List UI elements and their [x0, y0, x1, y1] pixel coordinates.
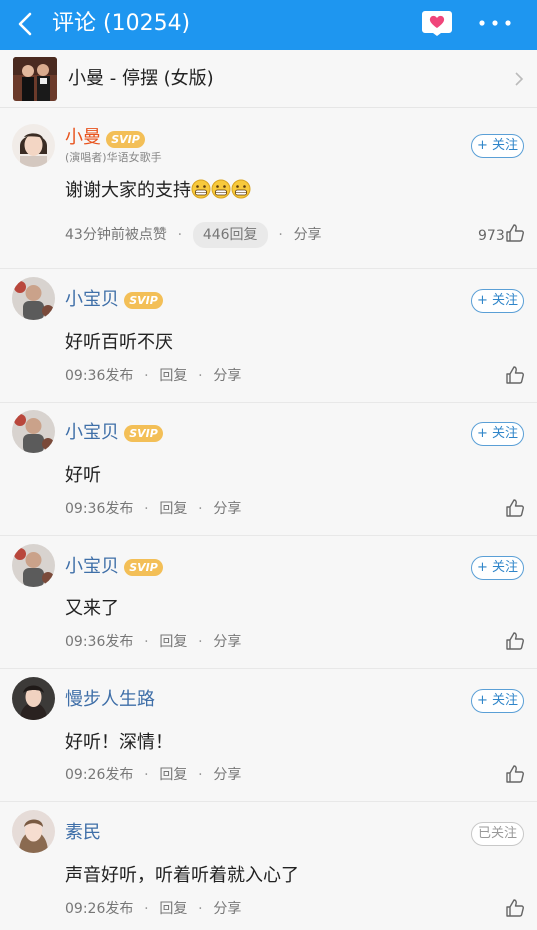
- comment-item: 小宝贝 SVIP + 关注 好听 09:36发布 · 回复 · 分享: [0, 403, 537, 536]
- separator-dot: ·: [144, 901, 149, 917]
- share-button[interactable]: 分享: [294, 227, 322, 243]
- share-button[interactable]: 分享: [213, 901, 241, 917]
- thumbs-up-icon[interactable]: [505, 365, 525, 385]
- reply-button[interactable]: 回复: [159, 501, 187, 517]
- back-arrow-icon[interactable]: [14, 9, 38, 39]
- more-dots-icon[interactable]: [476, 10, 514, 36]
- comment-text: 声音好听，听着听着就入心了: [65, 865, 299, 886]
- album-cover-icon: [13, 57, 57, 101]
- comment-meta: 09:36发布 · 回复 · 分享: [65, 366, 241, 386]
- comment-username[interactable]: 慢步人生路: [65, 688, 155, 712]
- follow-button[interactable]: + 关注: [471, 289, 524, 313]
- follow-button[interactable]: + 关注: [471, 134, 524, 158]
- avatar[interactable]: [12, 544, 55, 587]
- svip-badge: SVIP: [124, 559, 163, 576]
- separator-dot: ·: [198, 767, 203, 783]
- share-button[interactable]: 分享: [213, 767, 241, 783]
- avatar[interactable]: [12, 410, 55, 453]
- comment-text: 谢谢大家的支持: [65, 178, 251, 204]
- comment-text: 好听！深情！: [65, 732, 173, 753]
- heart-icon[interactable]: [421, 9, 453, 37]
- reply-button[interactable]: 回复: [159, 767, 187, 783]
- svip-badge: SVIP: [124, 292, 163, 309]
- comment-item: 素民 已关注 声音好听，听着听着就入心了 09:26发布 · 回复 · 分享: [0, 802, 537, 930]
- avatar[interactable]: [12, 677, 55, 720]
- song-row[interactable]: 小曼 - 停摆 (女版): [0, 50, 537, 108]
- thumbs-up-icon[interactable]: [505, 223, 525, 243]
- separator-dot: ·: [144, 634, 149, 650]
- comment-item: 小曼 SVIP (演唱者)华语女歌手 + 关注 谢谢大家的支持 43分钟前被点赞…: [0, 108, 537, 269]
- user-role: (演唱者)华语女歌手: [65, 151, 162, 164]
- separator-dot: ·: [177, 227, 183, 243]
- avatar[interactable]: [12, 810, 55, 853]
- comment-username[interactable]: 小宝贝: [65, 288, 119, 312]
- comment-time: 09:26发布: [65, 767, 134, 783]
- reply-button[interactable]: 回复: [159, 368, 187, 384]
- thumbs-up-icon[interactable]: [505, 498, 525, 518]
- share-button[interactable]: 分享: [213, 501, 241, 517]
- comment-username[interactable]: 小宝贝: [65, 421, 119, 445]
- comment-text: 好听百听不厌: [65, 332, 173, 353]
- comment-text-content: 谢谢大家的支持: [65, 180, 191, 201]
- comment-item: 小宝贝 SVIP + 关注 好听百听不厌 09:36发布 · 回复 · 分享: [0, 269, 537, 403]
- comment-time: 09:26发布: [65, 901, 134, 917]
- reply-count-button[interactable]: 446回复: [192, 222, 268, 248]
- share-button[interactable]: 分享: [213, 368, 241, 384]
- comment-meta: 09:36发布 · 回复 · 分享: [65, 632, 241, 652]
- separator-dot: ·: [198, 368, 203, 384]
- comment-time: 43分钟前被点赞: [65, 227, 167, 243]
- avatar[interactable]: [12, 124, 55, 167]
- separator-dot: ·: [198, 501, 203, 517]
- song-title: 小曼 - 停摆 (女版): [68, 68, 214, 89]
- comment-item: 小宝贝 SVIP + 关注 又来了 09:36发布 · 回复 · 分享: [0, 536, 537, 669]
- separator-dot: ·: [144, 368, 149, 384]
- following-button[interactable]: 已关注: [471, 822, 524, 846]
- chevron-right-icon: [513, 70, 525, 88]
- reply-button[interactable]: 回复: [159, 634, 187, 650]
- thumbs-up-icon[interactable]: [505, 631, 525, 651]
- separator-dot: ·: [144, 767, 149, 783]
- top-bar: 评论 (10254): [0, 0, 537, 50]
- comment-item: 慢步人生路 + 关注 好听！深情！ 09:26发布 · 回复 · 分享: [0, 669, 537, 802]
- avatar[interactable]: [12, 277, 55, 320]
- comment-time: 09:36发布: [65, 368, 134, 384]
- comment-time: 09:36发布: [65, 501, 134, 517]
- like-count: 973: [478, 228, 505, 244]
- share-button[interactable]: 分享: [213, 634, 241, 650]
- reply-button[interactable]: 回复: [159, 901, 187, 917]
- comment-meta: 09:26发布 · 回复 · 分享: [65, 899, 241, 919]
- comment-text: 又来了: [65, 598, 119, 619]
- comment-username[interactable]: 小宝贝: [65, 555, 119, 579]
- svip-badge: SVIP: [124, 425, 163, 442]
- thumbs-up-icon[interactable]: [505, 898, 525, 918]
- svip-badge: SVIP: [106, 131, 145, 148]
- separator-dot: ·: [144, 501, 149, 517]
- comment-time: 09:36发布: [65, 634, 134, 650]
- follow-button[interactable]: + 关注: [471, 422, 524, 446]
- comment-username[interactable]: 小曼: [65, 126, 101, 150]
- comment-meta: 09:26发布 · 回复 · 分享: [65, 765, 241, 785]
- comment-username[interactable]: 素民: [65, 821, 101, 845]
- separator-dot: ·: [198, 901, 203, 917]
- thumbs-up-icon[interactable]: [505, 764, 525, 784]
- separator-dot: ·: [278, 227, 283, 243]
- follow-button[interactable]: + 关注: [471, 689, 524, 713]
- comment-meta: 43分钟前被点赞 · 446回复 · 分享: [65, 222, 322, 248]
- follow-button[interactable]: + 关注: [471, 556, 524, 580]
- page-title: 评论 (10254): [52, 11, 191, 36]
- grin-emoji-icon: [191, 179, 251, 201]
- comment-meta: 09:36发布 · 回复 · 分享: [65, 499, 241, 519]
- comment-text: 好听: [65, 465, 101, 486]
- separator-dot: ·: [198, 634, 203, 650]
